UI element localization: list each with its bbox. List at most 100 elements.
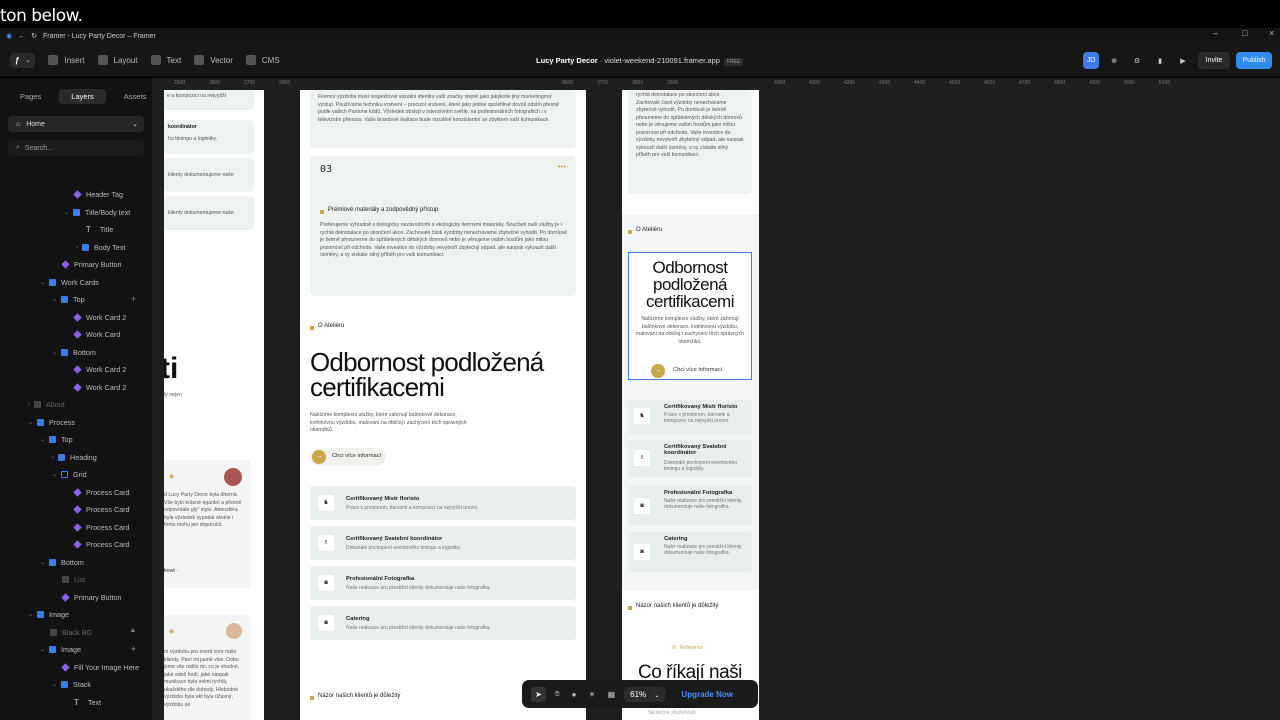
cms-button[interactable]: CMS [245, 55, 280, 65]
component-icon [73, 383, 82, 392]
vector-button[interactable]: Vector [194, 55, 233, 65]
selected-heading-frame[interactable]: Odbornost podložená certifikacemi Nabízí… [628, 252, 752, 380]
framer-menu-button[interactable]: ƒ ⌄ [10, 52, 36, 68]
process-card[interactable]: koordinátor ho timingu a logistiky. [164, 120, 254, 154]
layer-item[interactable]: › Heading [52, 449, 97, 466]
minimize-button[interactable]: – [1213, 28, 1218, 38]
layer-item[interactable]: ⌄ Stack [52, 676, 91, 693]
layer-item[interactable]: Work Card 2 [73, 361, 127, 378]
theme-icon[interactable]: ☀ [588, 690, 595, 699]
publish-button[interactable]: Publish [1236, 52, 1272, 69]
service-desc: Naše realizace pro prestižní klienty dok… [346, 585, 491, 591]
layer-item[interactable]: ⌄ Bottom [52, 344, 96, 361]
layer-item[interactable]: Work Card 2 [73, 309, 126, 326]
layer-item[interactable]: ⌄ Image [28, 606, 69, 623]
insert-button[interactable]: Insert [48, 55, 85, 65]
service-item[interactable]: ♞ Certifikovaný Mistr floristo Práce s pro… [628, 400, 752, 434]
layer-item[interactable]: Fill Your Image Here [61, 659, 139, 676]
layer-item[interactable]: Work Card 2 [73, 379, 126, 396]
layer-item[interactable]: Process Card [73, 501, 130, 518]
review-card[interactable]: ★ d Lucy Party Decor byla dherná. Vše by… [164, 460, 250, 588]
zoom-select[interactable]: 61% ⌄ [624, 686, 666, 702]
grid-icon[interactable]: ▦ [608, 690, 616, 699]
pointer-icon[interactable]: ➤ [531, 686, 546, 702]
layer-item[interactable]: Header Tag [73, 186, 123, 203]
add-icon[interactable]: + [131, 294, 136, 304]
project-title[interactable]: Lucy Party Decor · violet-weekend-210091… [536, 56, 744, 66]
upgrade-button[interactable]: Upgrade Now [681, 690, 733, 699]
review-card[interactable]: ★ m výzdobu pro event vore naše klienty.… [164, 615, 250, 720]
service-item[interactable]: ♗ Certifikovaný Svatební koordinátor Dokon… [628, 440, 752, 478]
more-info-button[interactable]: → Chci více informací [649, 363, 729, 379]
layer-item[interactable]: ⌄ Image [40, 641, 81, 658]
layer-item[interactable]: Work Card [73, 326, 120, 343]
process-card[interactable]: e a kompozici na nejvyšší [164, 90, 254, 110]
invite-button[interactable]: Invite [1198, 52, 1230, 69]
close-button[interactable]: × [1269, 28, 1274, 38]
frame-icon [37, 611, 45, 618]
layer-item[interactable]: T Text [74, 694, 101, 711]
design-canvas[interactable]: 2500 2600 2700 2800 3600 3700 3800 3900 … [152, 78, 1280, 720]
layer-item[interactable]: Black BG [50, 624, 92, 641]
service-item[interactable]: ◙ Catering Naše realizace pro prestižní kl… [628, 532, 752, 572]
service-item[interactable]: ♞ Certifikovaný Mistr floristo Práce s pro… [310, 486, 576, 520]
reload-icon[interactable]: ↻ [31, 32, 37, 40]
play-icon[interactable]: ▶ [1175, 52, 1191, 69]
layer-item[interactable]: List [62, 571, 85, 588]
tab-layers[interactable]: Layers [59, 89, 106, 104]
plan-badge: FREE [723, 58, 744, 66]
frame-icon [37, 419, 45, 426]
canvas-ruler: 2500 2600 2700 2800 3600 3700 3800 3900 … [152, 78, 1280, 88]
service-item[interactable]: ◙ Catering Naše realizace pro prestižní kl… [310, 606, 576, 640]
layer-item[interactable]: ⌄ Grid [52, 466, 87, 483]
layer-item[interactable]: Process Card [73, 536, 130, 553]
layer-item[interactable]: Process Card [73, 519, 130, 536]
process-card[interactable]: 03 ••• Prémiové materiály a zodpovědný p… [310, 156, 576, 296]
layer-item[interactable]: ⌄ Top [52, 291, 85, 308]
back-arrow-icon[interactable]: ← [18, 33, 25, 40]
service-item[interactable]: ◙ Profesionální Fotografka Naše realizace … [628, 486, 752, 526]
layer-item[interactable]: ⌄ Bottom [40, 554, 84, 571]
framer-app-icon: ◉ [6, 33, 13, 40]
layer-item[interactable]: › About [28, 396, 65, 413]
layer-label: Work Card 2 [86, 365, 127, 374]
layer-item[interactable]: Primary Button [61, 589, 122, 606]
layer-item[interactable]: ⌄ Title/Body text [64, 204, 130, 221]
mobile-frame[interactable]: rychlá deinstalace po skončení akce. Zac… [622, 90, 759, 720]
avatar[interactable]: JD [1083, 52, 1099, 69]
desktop-frame[interactable]: Firemní výzdoba musí respektovat vizuáln… [300, 90, 586, 720]
layer-search-input[interactable]: ⌕ Search... [8, 140, 144, 156]
layer-item[interactable]: › Body Text [76, 239, 125, 256]
process-card[interactable]: Firemní výzdoba musí respektovat vizuáln… [310, 90, 576, 148]
more-info-button[interactable]: → Chci více informací [310, 448, 386, 466]
settings-icon[interactable]: ⚙ [1129, 52, 1145, 69]
add-icon[interactable]: + [131, 644, 136, 654]
layer-item[interactable]: Primary Button [61, 256, 122, 273]
layer-item[interactable]: ⌄ Work Cards [40, 274, 99, 291]
layer-item[interactable]: ⌄ Process [28, 414, 75, 431]
layer-item[interactable]: Process Card [73, 484, 130, 501]
card-text: klienty dokumentujeme naše [168, 210, 234, 216]
layer-label: Title [99, 225, 114, 234]
service-desc: Dokonalé pochopení eventového timingu a … [664, 460, 738, 472]
frame-icon [49, 559, 57, 566]
process-card[interactable]: klienty dokumentujeme naše [164, 158, 254, 192]
layout-button[interactable]: Layout [97, 55, 138, 65]
hand-icon[interactable]: ✋︎ [555, 689, 560, 699]
process-card[interactable]: rychlá deinstalace po skončení akce. Zac… [628, 90, 752, 194]
frame-icon [49, 646, 57, 653]
globe-icon[interactable]: ⊕ [1106, 52, 1122, 69]
tablet-frame[interactable]: e a kompozici na nejvyšší koordinátor ho … [164, 90, 264, 720]
maximize-button[interactable]: □ [1242, 28, 1247, 38]
text-button[interactable]: Text [150, 55, 181, 65]
service-item[interactable]: ◙ Profesionální Fotografka Naše realizace … [310, 566, 576, 600]
comment-icon[interactable]: ● [572, 690, 577, 699]
page-selector[interactable]: ⌂ Home ⌄ [8, 116, 144, 132]
layer-item[interactable]: T Title [86, 221, 113, 238]
process-card[interactable]: klienty dokumentujeme naše [164, 196, 254, 230]
lock-icon[interactable]: 🔒︎ [131, 627, 135, 635]
layer-item[interactable]: ⌄ Top [40, 431, 73, 448]
analytics-icon[interactable]: ▮ [1152, 52, 1168, 69]
service-item[interactable]: ♗ Certifikovaný Svatební koordinátor Dokon… [310, 526, 576, 560]
tab-pages[interactable]: Pages [8, 89, 53, 104]
